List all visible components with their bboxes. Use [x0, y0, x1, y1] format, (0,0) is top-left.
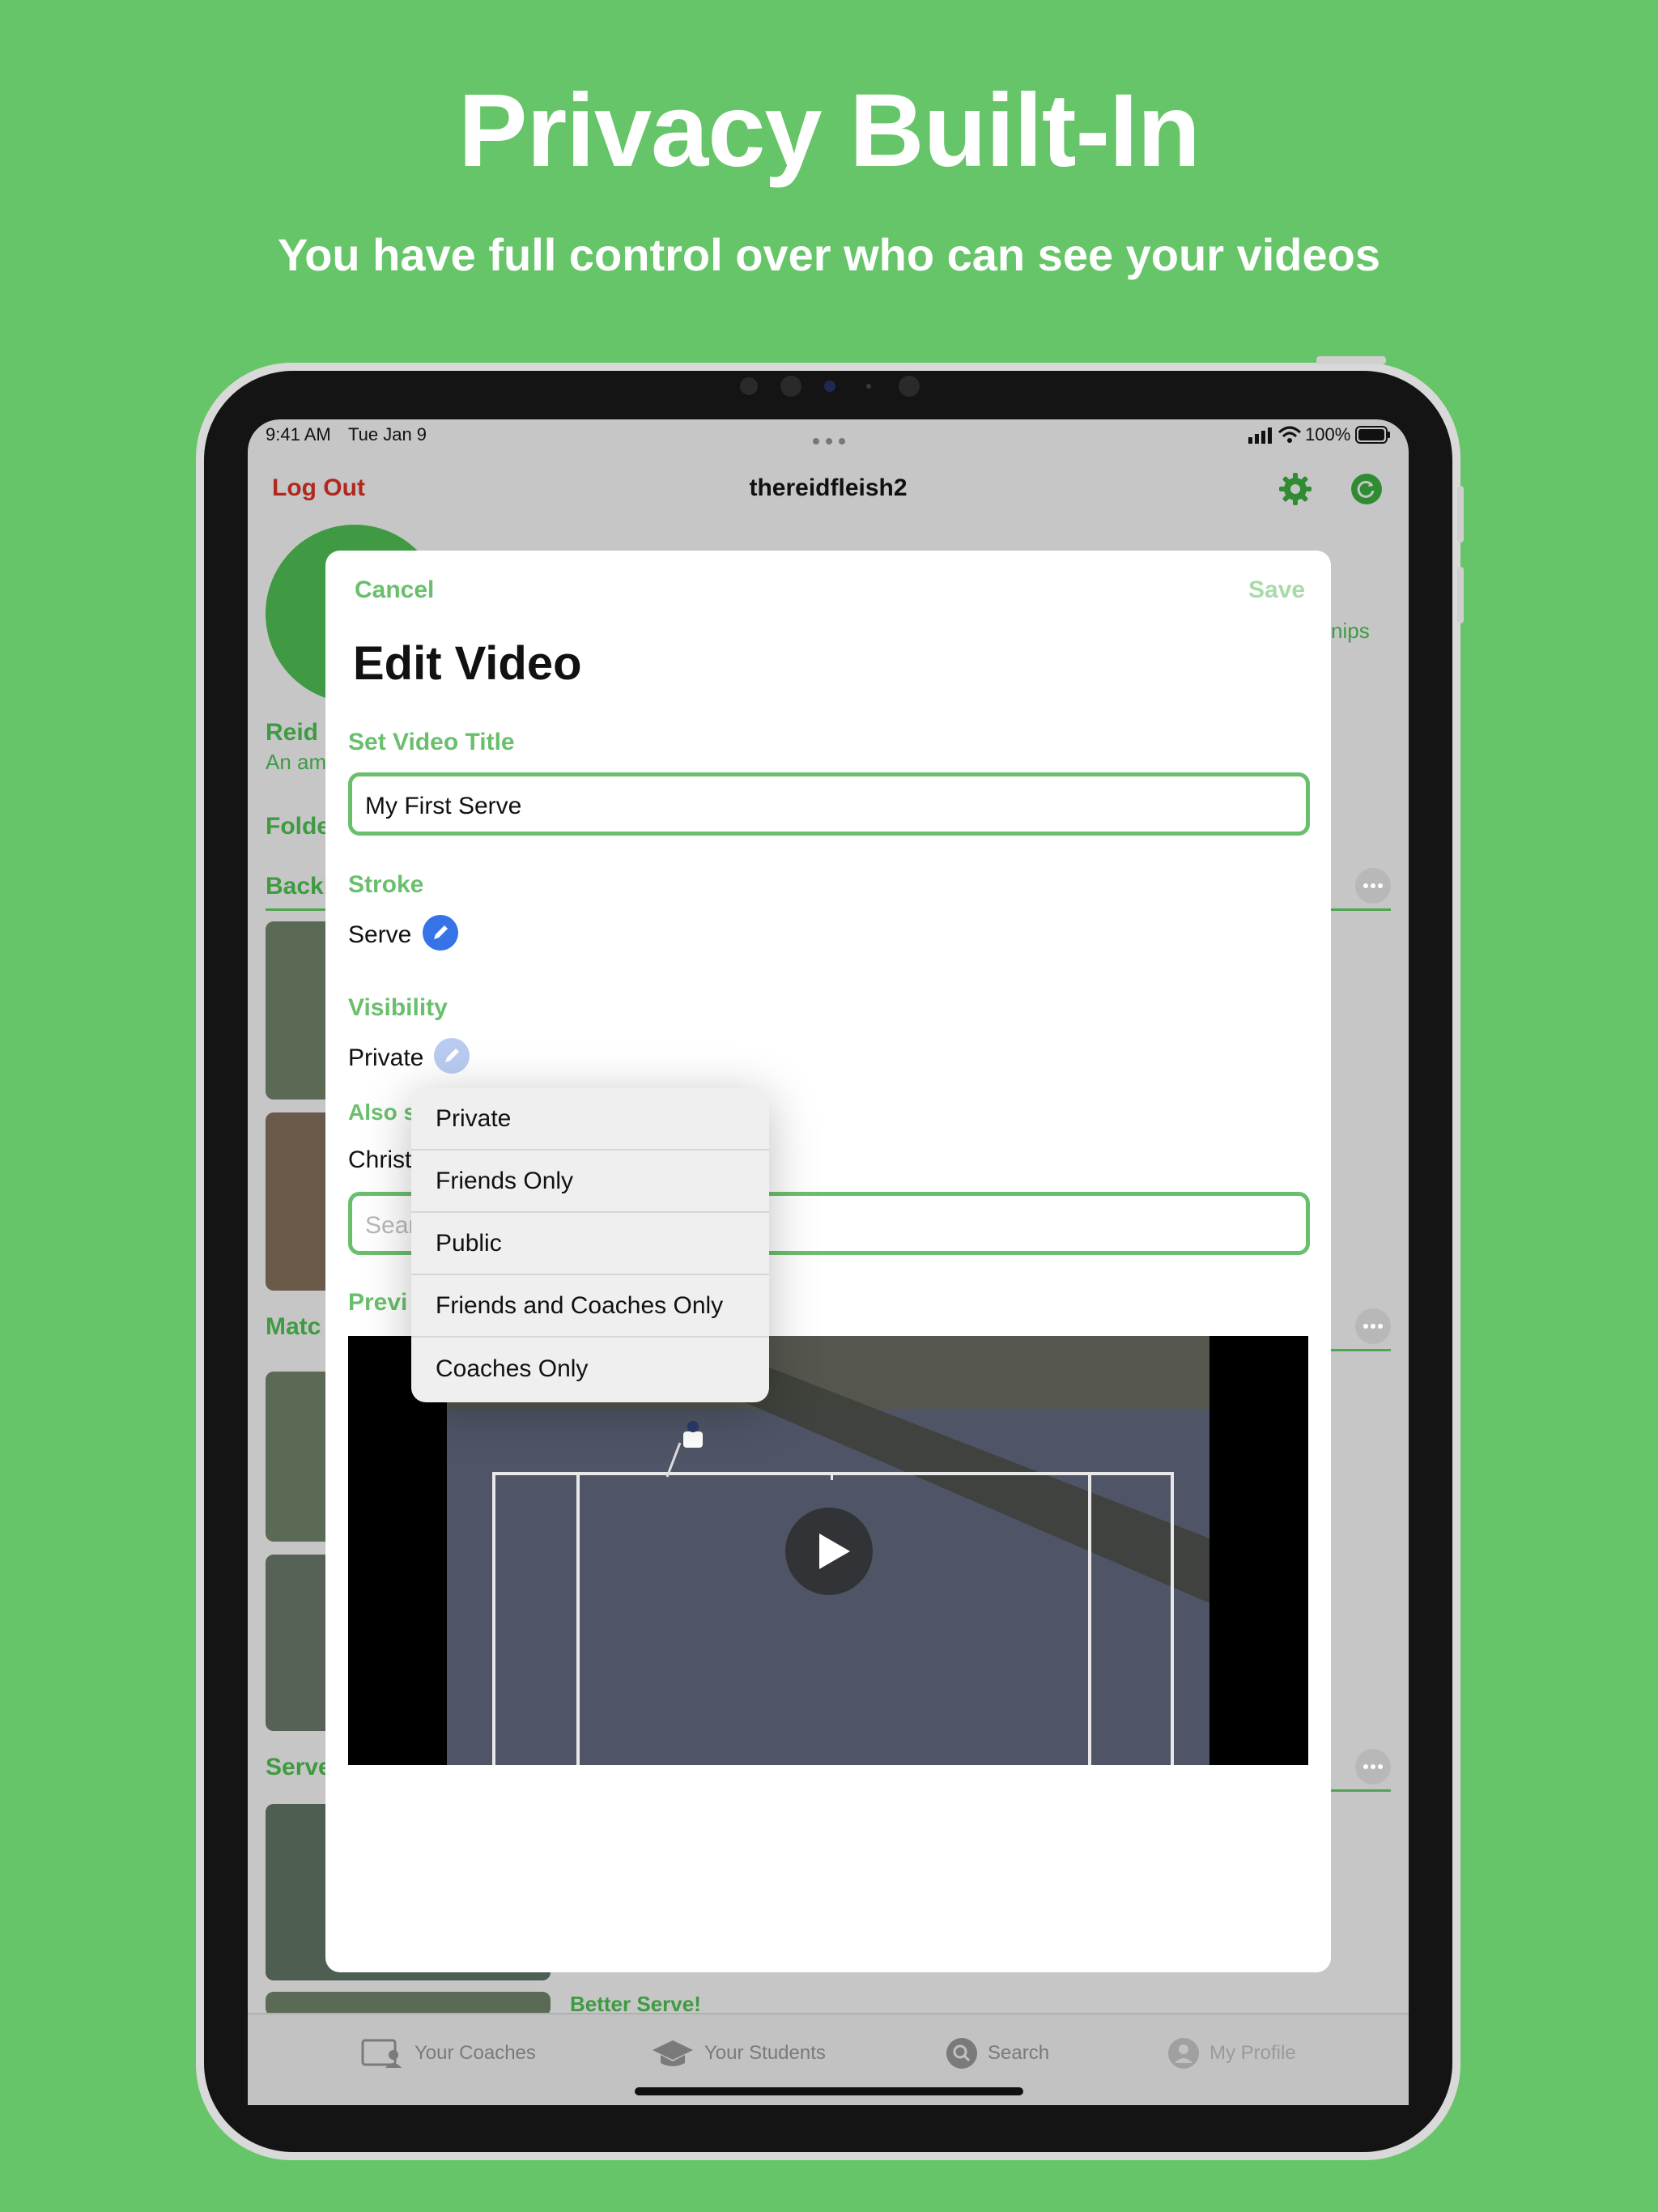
camera-lens [824, 381, 835, 392]
camera-dot [740, 377, 758, 395]
headline: Privacy Built-In [458, 73, 1201, 189]
profile-bio: An am [266, 750, 327, 774]
play-button-icon[interactable] [785, 1508, 873, 1595]
profile-icon [1168, 2038, 1199, 2069]
folders-label: Folde [266, 813, 330, 840]
status-date: Tue Jan 9 [348, 424, 427, 445]
video-title-value: My First Serve [365, 793, 522, 819]
cancel-button[interactable]: Cancel [355, 576, 434, 604]
graduation-cap-icon [653, 2040, 693, 2066]
edit-stroke-pencil-icon[interactable] [423, 915, 458, 951]
save-button[interactable]: Save [1248, 576, 1305, 604]
tab-label: My Profile [1209, 2042, 1296, 2064]
tab-label: Your Coaches [414, 2042, 536, 2064]
visibility-menu: Private Friends Only Public Friends and … [411, 1088, 769, 1402]
subline: You have full control over who can see y… [278, 229, 1380, 280]
menu-item-friends-and-coaches[interactable]: Friends and Coaches Only [411, 1275, 769, 1338]
refresh-icon[interactable] [1350, 473, 1383, 509]
more-options-icon[interactable] [1355, 868, 1391, 904]
video-title-field[interactable]: My First Serve [348, 772, 1310, 836]
nav-title: thereidfleish2 [749, 474, 908, 501]
tab-label: Your Students [704, 2042, 826, 2064]
home-indicator[interactable] [635, 2087, 1023, 2095]
multitasking-dots-icon [812, 434, 846, 445]
search-icon [946, 2038, 977, 2069]
stroke-value: Serve [348, 921, 412, 948]
wifi-icon [1278, 426, 1302, 448]
camera-dot [899, 376, 920, 397]
also-share-label: Also s [348, 1100, 417, 1125]
status-time: 9:41 AM [266, 424, 331, 445]
battery-icon [1355, 426, 1391, 448]
volume-down-button [1457, 567, 1464, 623]
menu-item-public[interactable]: Public [411, 1213, 769, 1275]
camera-dot [780, 376, 801, 397]
sheet-title: Edit Video [353, 637, 582, 690]
visibility-value: Private [348, 1044, 424, 1071]
camera-dot [866, 384, 871, 389]
more-options-icon[interactable] [1355, 1308, 1391, 1344]
tab-your-coaches[interactable]: Your Coaches [361, 2037, 536, 2069]
menu-item-friends-only[interactable]: Friends Only [411, 1151, 769, 1213]
title-label: Set Video Title [348, 729, 515, 755]
menu-item-private[interactable]: Private [411, 1088, 769, 1151]
share-search-placeholder: Sear [365, 1212, 417, 1239]
profile-name: Reid [266, 719, 319, 746]
battery-percent: 100% [1305, 424, 1351, 445]
stroke-label: Stroke [348, 871, 424, 898]
volume-up-button [1457, 486, 1464, 542]
preview-label: Previ [348, 1289, 408, 1316]
tab-search[interactable]: Search [946, 2037, 1049, 2069]
top-button [1316, 356, 1386, 364]
signal-icon [1248, 428, 1273, 448]
gear-icon[interactable] [1278, 471, 1313, 511]
tab-label: Search [988, 2042, 1050, 2064]
tab-my-profile[interactable]: My Profile [1167, 2037, 1296, 2069]
section-serve: Serve [266, 1754, 332, 1780]
coaches-icon [361, 2039, 402, 2068]
visibility-label: Visibility [348, 994, 448, 1021]
also-share-value: Christ [348, 1146, 412, 1173]
more-options-icon[interactable] [1355, 1749, 1391, 1784]
edit-visibility-pencil-icon[interactable] [434, 1038, 470, 1074]
menu-item-coaches-only[interactable]: Coaches Only [411, 1338, 769, 1400]
tab-your-students[interactable]: Your Students [651, 2037, 826, 2069]
section-match: Matc [266, 1313, 321, 1340]
side-text: nips [1331, 619, 1370, 643]
